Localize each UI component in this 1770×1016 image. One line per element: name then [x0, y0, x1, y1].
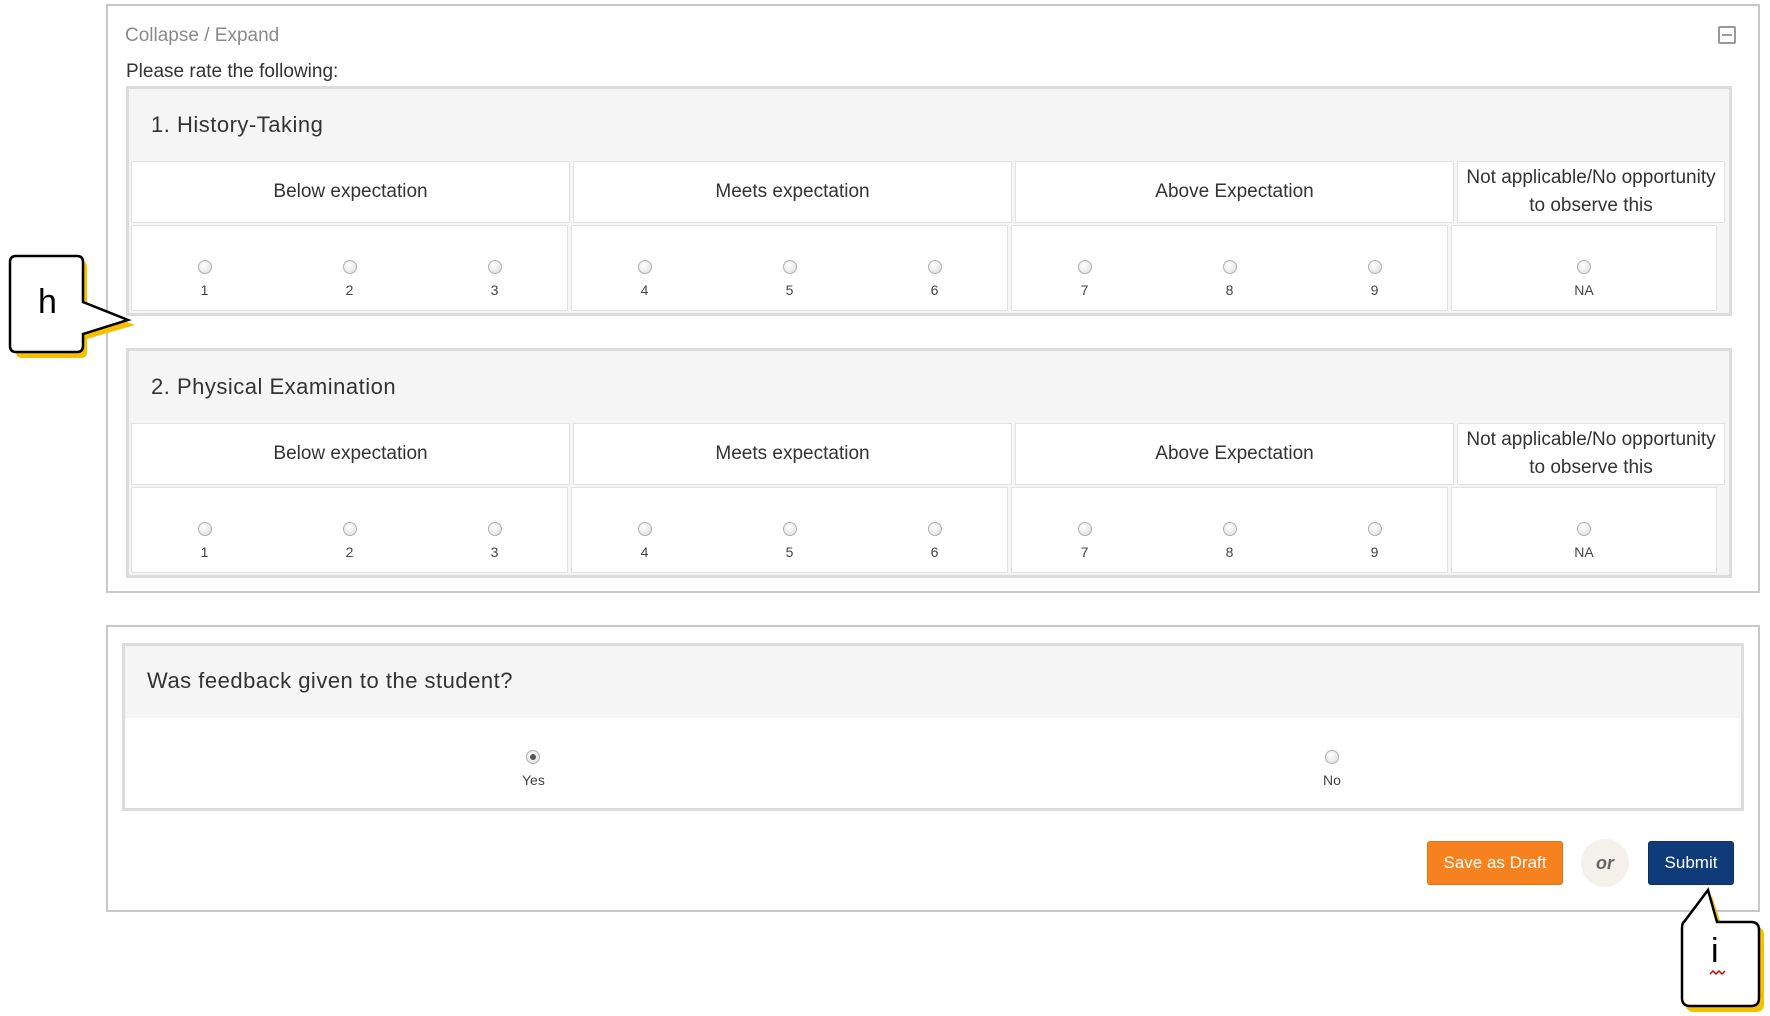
callout-h-bubble [8, 254, 132, 354]
callout-i-label: i [1711, 932, 1719, 970]
callout-overlays [8, 254, 1764, 1012]
callout-i-bubble [1680, 887, 1761, 1008]
callout-h-label: h [38, 283, 57, 321]
